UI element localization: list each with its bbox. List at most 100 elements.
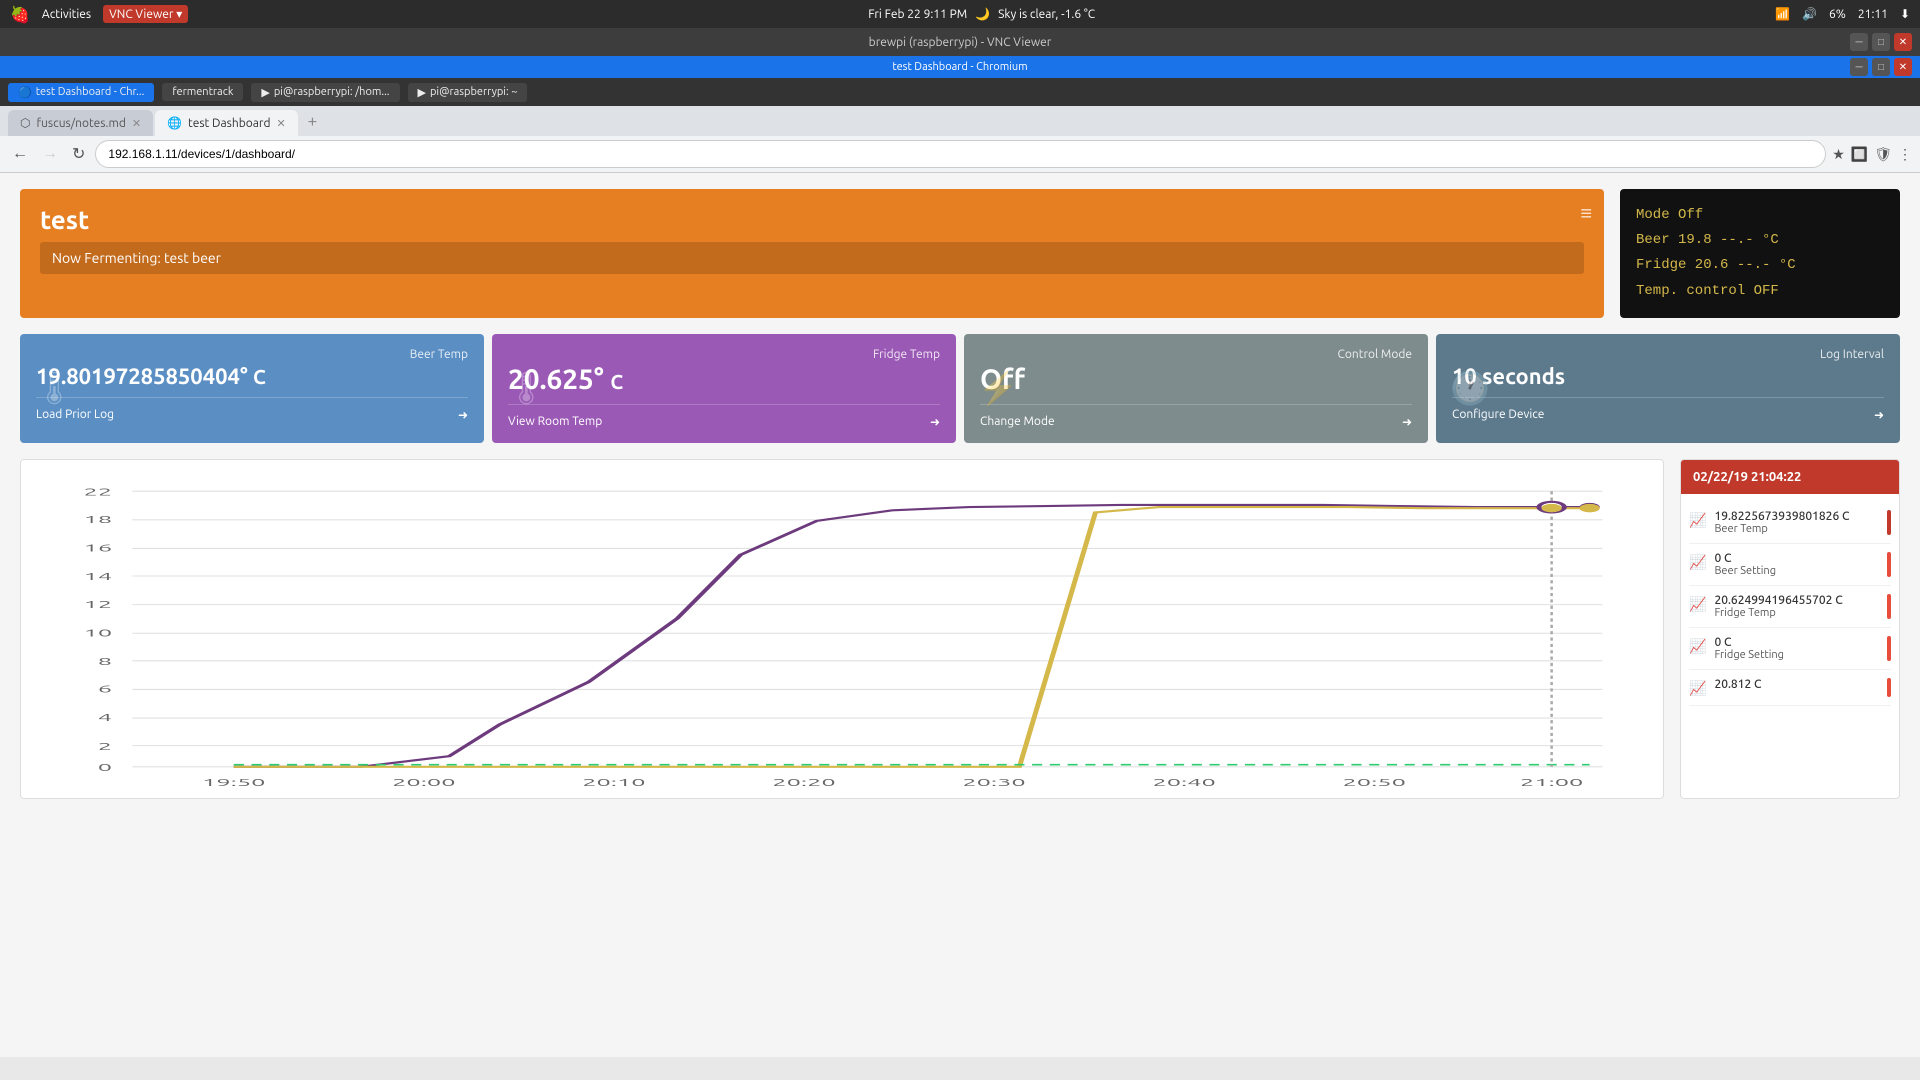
activities-label[interactable]: Activities [42,8,91,21]
change-mode-action[interactable]: Change Mode ➜ [980,404,1412,429]
chart-container: 0 2 4 6 8 10 12 14 16 18 22 19:50 20:00 … [20,459,1664,799]
control-mode-card: ⚡ Control Mode Off Change Mode ➜ [964,334,1428,443]
os-bar-left: 🍓 Activities VNC Viewer ▾ [10,5,188,24]
taskbar-fermentrack-label: fermentrack [172,86,233,98]
beer-temp-unit: C [253,365,266,388]
tab-notes[interactable]: ⬡ fuscus/notes.md ✕ [8,110,153,136]
os-datetime: Fri Feb 22 9:11 PM [868,8,967,21]
volume-icon: 🔊 [1802,7,1817,21]
maximize-button[interactable]: □ [1872,33,1890,51]
data-row-extra-bar [1887,678,1891,697]
close-window-button[interactable]: ✕ [1894,33,1912,51]
device-menu-icon[interactable]: ≡ [1580,201,1592,226]
temperature-chart: 0 2 4 6 8 10 12 14 16 18 22 19:50 20:00 … [31,470,1653,788]
bookmark-button[interactable]: ★ [1832,146,1845,163]
data-row-beer-setting-value: 0 C [1714,552,1879,565]
os-clock: 21:11 [1858,8,1888,21]
change-mode-arrow: ➜ [1402,415,1412,429]
new-tab-button[interactable]: + [300,110,325,136]
control-mode-label: Control Mode [980,348,1412,361]
taskbar-terminal1[interactable]: ▶ pi@raspberrypi: /hom... [251,83,399,102]
chromium-minimize[interactable]: ─ [1850,58,1868,76]
data-row-beer-temp-value: 19.8225673939801826 C [1714,510,1879,523]
control-mode-icon: ⚡ [978,369,1018,407]
tab-dashboard-label: test Dashboard [188,117,270,130]
back-button[interactable]: ← [8,143,32,165]
data-row-fridge-setting-icon: 📈 [1689,638,1706,655]
change-mode-label: Change Mode [980,415,1055,428]
fridge-temp-label: Fridge Temp [508,348,940,361]
fridge-endpoint-dot [1580,503,1600,511]
view-room-temp-label: View Room Temp [508,415,602,428]
lcd-line1: Mode Off [1636,203,1884,228]
data-panel-header: 02/22/19 21:04:22 [1681,460,1899,494]
app-taskbar: 🔵 test Dashboard - Chr... fermentrack ▶ … [0,78,1920,106]
svg-text:6: 6 [98,682,112,694]
extension2-button[interactable]: 🛡 [1874,146,1892,163]
svg-text:20:50: 20:50 [1343,776,1406,788]
data-row-fridge-temp-icon: 📈 [1689,596,1706,613]
data-row-fridge-setting-content: 0 C Fridge Setting [1714,636,1879,661]
data-row-beer-temp-bar [1887,510,1891,535]
taskbar-terminal2-label: pi@raspberrypi: ~ [430,86,517,98]
fermenting-label: Now Fermenting: test beer [40,242,1584,274]
minimize-button[interactable]: ─ [1850,33,1868,51]
taskbar-items: 🔵 test Dashboard - Chr... fermentrack ▶ … [8,83,527,102]
svg-text:20:30: 20:30 [962,776,1025,788]
update-icon: ⬇ [1900,7,1910,21]
raspberry-icon[interactable]: 🍓 [10,5,30,24]
window-controls[interactable]: ─ □ ✕ [1850,33,1912,51]
chromium-icon: 🔵 [18,86,32,99]
chart-area: 0 2 4 6 8 10 12 14 16 18 22 19:50 20:00 … [20,459,1900,799]
chromium-maximize[interactable]: □ [1872,58,1890,76]
fridge-temp-value: 20.625° C [508,365,940,396]
tab-notes-close[interactable]: ✕ [132,117,141,130]
configure-device-label: Configure Device [1452,408,1544,421]
menu-button[interactable]: ⋮ [1898,146,1912,163]
svg-text:19:50: 19:50 [202,776,265,788]
battery-label: 6% [1829,8,1846,21]
lcd-line4: Temp. control OFF [1636,279,1884,304]
terminal2-icon: ▶ [418,86,426,99]
extension1-button[interactable]: 🔲 [1851,146,1868,163]
tab-dashboard[interactable]: 🌐 test Dashboard ✕ [155,110,298,136]
data-row-extra-content: 20.812 C [1714,678,1879,691]
terminal1-icon: ▶ [261,86,269,99]
address-bar-row: ← → ↻ ★ 🔲 🛡 ⋮ [0,136,1920,172]
fridge-temp-action[interactable]: View Room Temp ➜ [508,404,940,429]
device-name-card: test ≡ Now Fermenting: test beer [20,189,1604,318]
log-interval-card: 🕐 Log Interval 10 seconds Configure Devi… [1436,334,1900,443]
taskbar-chromium[interactable]: 🔵 test Dashboard - Chr... [8,83,154,102]
beer-temp-line [234,505,1590,767]
beer-temp-icon: 🌡 [34,369,75,407]
data-row-fridge-temp-bar [1887,594,1891,619]
data-row-extra-value: 20.812 C [1714,678,1879,691]
control-mode-value: Off [980,365,1412,396]
vnc-label[interactable]: VNC Viewer ▾ [103,5,188,23]
browser-icon: 🌐 [167,116,182,130]
data-row-extra-icon: 📈 [1689,680,1706,697]
svg-text:18: 18 [84,513,113,525]
log-interval-value: 10 seconds [1452,365,1884,389]
reload-button[interactable]: ↻ [68,142,89,166]
data-row-beer-setting-content: 0 C Beer Setting [1714,552,1879,577]
weather-icon: 🌙 [975,7,990,21]
tab-dashboard-close[interactable]: ✕ [276,117,285,130]
svg-text:0: 0 [98,761,112,773]
data-panel: 02/22/19 21:04:22 📈 19.8225673939801826 … [1680,459,1900,799]
os-bar-right: 📶 🔊 6% 21:11 ⬇ [1775,7,1910,21]
data-panel-body: 📈 19.8225673939801826 C Beer Temp 📈 0 C … [1681,494,1899,714]
configure-device-action[interactable]: Configure Device ➜ [1452,397,1884,422]
address-input[interactable] [95,140,1826,168]
tab-bar: ⬡ fuscus/notes.md ✕ 🌐 test Dashboard ✕ + [0,106,1920,136]
metric-cards: 🌡 Beer Temp 19.80197285850404° C Load Pr… [20,334,1900,443]
forward-button[interactable]: → [38,143,62,165]
lcd-line2: Beer 19.8 --.- °C [1636,228,1884,253]
chromium-close[interactable]: ✕ [1894,58,1912,76]
crosshair-fridge-dot [1541,503,1561,511]
taskbar-fermentrack[interactable]: fermentrack [162,83,243,101]
taskbar-terminal2[interactable]: ▶ pi@raspberrypi: ~ [408,83,528,102]
beer-temp-action[interactable]: Load Prior Log ➜ [36,397,468,422]
data-row-beer-temp-icon: 📈 [1689,512,1706,529]
page-content: test ≡ Now Fermenting: test beer Mode Of… [0,173,1920,1057]
